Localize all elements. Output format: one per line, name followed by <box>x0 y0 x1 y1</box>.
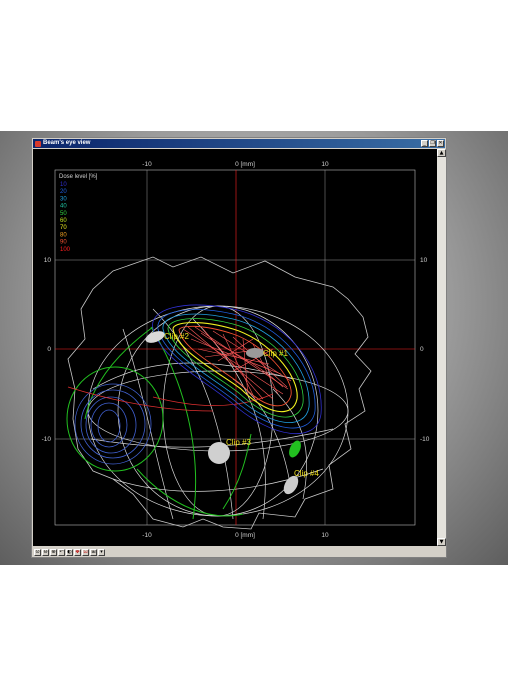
grid-lines <box>55 170 415 525</box>
scroll-down-button[interactable]: ▼ <box>437 538 446 546</box>
right-tick-label: 0 <box>420 346 424 353</box>
dose-level-90: 90 <box>60 240 67 246</box>
contrast-icon[interactable]: ◐ <box>66 548 73 556</box>
center-crosshair <box>55 170 415 525</box>
reset-view-icon[interactable]: ⊙ <box>34 548 41 556</box>
rotate-icon[interactable]: ↶ <box>58 548 65 556</box>
dropdown-icon[interactable]: ▾ <box>98 548 105 556</box>
dose-level-60: 60 <box>60 218 67 224</box>
clip-1-label: Clip #1 <box>263 349 288 358</box>
zoom-out-icon[interactable]: ⊖ <box>42 548 49 556</box>
dose-level-10: 10 <box>60 182 67 188</box>
bottom-tick-label: -10 <box>142 532 152 539</box>
left-tick-label: 10 <box>44 257 52 264</box>
blue-target-contours <box>74 383 152 465</box>
close-button[interactable]: ✕ <box>437 140 444 147</box>
dose-level-70: 70 <box>60 225 67 231</box>
bottom-tick-label: 10 <box>321 532 329 539</box>
left-tick-label: -10 <box>42 436 52 443</box>
dose-level-40: 40 <box>60 204 67 210</box>
top-tick-label: -10 <box>142 161 152 168</box>
dose-legend: Dose level [%] 102030 4050607080 90100 <box>59 174 98 253</box>
dose-level-100: 100 <box>60 247 71 253</box>
clip-4-label: Clip #4 <box>294 469 319 478</box>
right-tick-label: 10 <box>420 257 428 264</box>
right-tick-label: -10 <box>420 436 430 443</box>
window-controls: _ ❐ ✕ <box>421 140 444 147</box>
dose-level-30: 30 <box>60 196 67 202</box>
pan-icon[interactable]: ✥ <box>74 548 81 556</box>
dose-level-20: 20 <box>60 189 67 195</box>
fit-view-icon[interactable]: ⊡ <box>82 548 89 556</box>
view-toolbar: ⊙ ⊖ ⊕ ↶ ◐ ✥ ⊡ ⊞ ▾ <box>33 547 445 557</box>
clip-3-label: Clip #3 <box>226 438 251 447</box>
dose-legend-title: Dose level [%] <box>59 174 98 180</box>
zoom-in-icon[interactable]: ⊕ <box>50 548 57 556</box>
left-tick-label: 0 <box>47 346 51 353</box>
beams-eye-view-canvas[interactable]: -10 0 [mm] 10 -10 0 [mm] 10 10 0 -10 10 … <box>33 149 437 546</box>
layout-icon[interactable]: ⊞ <box>90 548 97 556</box>
beams-eye-view-window: Beam's eye view _ ❐ ✕ -10 0 [mm] 10 -10 … <box>31 137 447 558</box>
bottom-tick-label: 0 [mm] <box>235 532 255 539</box>
anatomy-wireframe <box>87 305 349 520</box>
restore-button[interactable]: ❐ <box>429 140 436 147</box>
title-bar[interactable]: Beam's eye view _ ❐ ✕ <box>33 139 445 148</box>
app-icon <box>35 140 41 147</box>
scroll-up-button[interactable]: ▲ <box>437 149 446 157</box>
body-contour <box>67 256 372 530</box>
dose-level-50: 50 <box>60 211 67 217</box>
vertical-scrollbar[interactable]: ▲ ▼ <box>437 149 446 546</box>
window-title: Beam's eye view <box>43 140 91 146</box>
clip-2-label: Clip #2 <box>164 332 189 341</box>
dose-level-80: 80 <box>60 232 67 238</box>
top-tick-label: 10 <box>321 161 329 168</box>
minimize-button[interactable]: _ <box>421 140 428 147</box>
clip-1-marker[interactable] <box>246 348 264 358</box>
isodose-contours <box>152 304 322 435</box>
plot-frame <box>54 169 416 526</box>
top-tick-label: 0 [mm] <box>235 161 255 168</box>
